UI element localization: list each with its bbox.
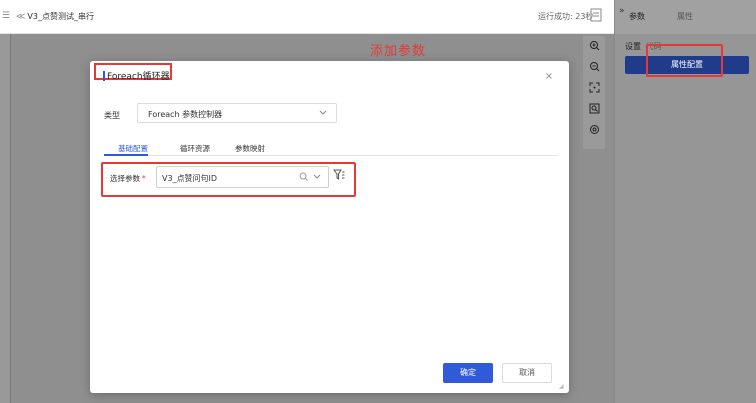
property-config-highlight	[646, 44, 723, 77]
tab-param-mapping[interactable]: 参数映射	[235, 143, 265, 154]
foreach-dialog: Foreach循环器 × 类型 Foreach 参数控制器 基础配置 循环资源 …	[90, 61, 569, 393]
collapse-icon[interactable]: »	[619, 6, 625, 16]
add-param-annotation: 添加参数	[370, 44, 427, 59]
right-panel-tabs: » 参数 属性	[615, 0, 756, 34]
param-select[interactable]: V3_点赞问句ID	[156, 166, 329, 188]
param-select-value: V3_点赞问句ID	[162, 174, 218, 183]
zoom-out-icon[interactable]	[587, 61, 601, 75]
zoom-area-icon[interactable]	[587, 103, 601, 117]
type-select[interactable]: Foreach 参数控制器	[137, 103, 337, 123]
filter-icon[interactable]	[333, 169, 345, 181]
canvas-left-strip	[0, 34, 10, 403]
back-icon[interactable]: ≪	[16, 12, 25, 22]
zoom-toolbar	[583, 36, 605, 149]
canvas-divider	[10, 34, 11, 403]
dialog-title: Foreach循环器	[103, 69, 170, 82]
tab-loop-resource[interactable]: 循环资源	[180, 143, 210, 154]
tab-basic-config[interactable]: 基础配置	[118, 143, 148, 154]
chevron-down-icon[interactable]	[312, 171, 322, 184]
type-label: 类型	[104, 111, 120, 120]
close-icon[interactable]: ×	[543, 71, 555, 83]
zoom-in-icon[interactable]	[587, 40, 601, 54]
param-label: 选择参数 *	[110, 173, 146, 184]
param-label-text: 选择参数	[110, 174, 140, 183]
chevron-down-icon	[318, 107, 328, 120]
dialog-tabs: 基础配置 循环资源 参数映射	[104, 141, 558, 156]
type-select-value: Foreach 参数控制器	[148, 110, 223, 119]
fit-screen-icon[interactable]	[587, 82, 601, 96]
title-accent-bar	[103, 70, 105, 81]
run-status: 运行成功: 23秒	[538, 12, 594, 21]
flow-title: V3_点赞测试_串行	[27, 12, 94, 21]
top-bar: ☰ ≪ V3_点赞测试_串行 运行成功: 23秒	[0, 0, 614, 34]
breadcrumb: ≪ V3_点赞测试_串行	[16, 11, 94, 22]
locate-icon[interactable]	[587, 124, 601, 138]
required-mark: *	[142, 174, 146, 183]
tab-params[interactable]: 参数	[629, 11, 645, 22]
settings-title: 设置	[625, 42, 641, 51]
search-icon[interactable]	[299, 172, 308, 183]
cancel-button[interactable]: 取消	[502, 363, 552, 383]
panel-icon[interactable]: ☰	[2, 11, 10, 21]
document-icon[interactable]	[590, 8, 604, 24]
dialog-title-text: Foreach循环器	[107, 72, 170, 82]
active-tab-indicator	[104, 154, 148, 156]
resize-handle-icon[interactable]: ◢	[559, 383, 567, 391]
tab-properties[interactable]: 属性	[677, 11, 693, 22]
confirm-button[interactable]: 确定	[443, 363, 493, 383]
